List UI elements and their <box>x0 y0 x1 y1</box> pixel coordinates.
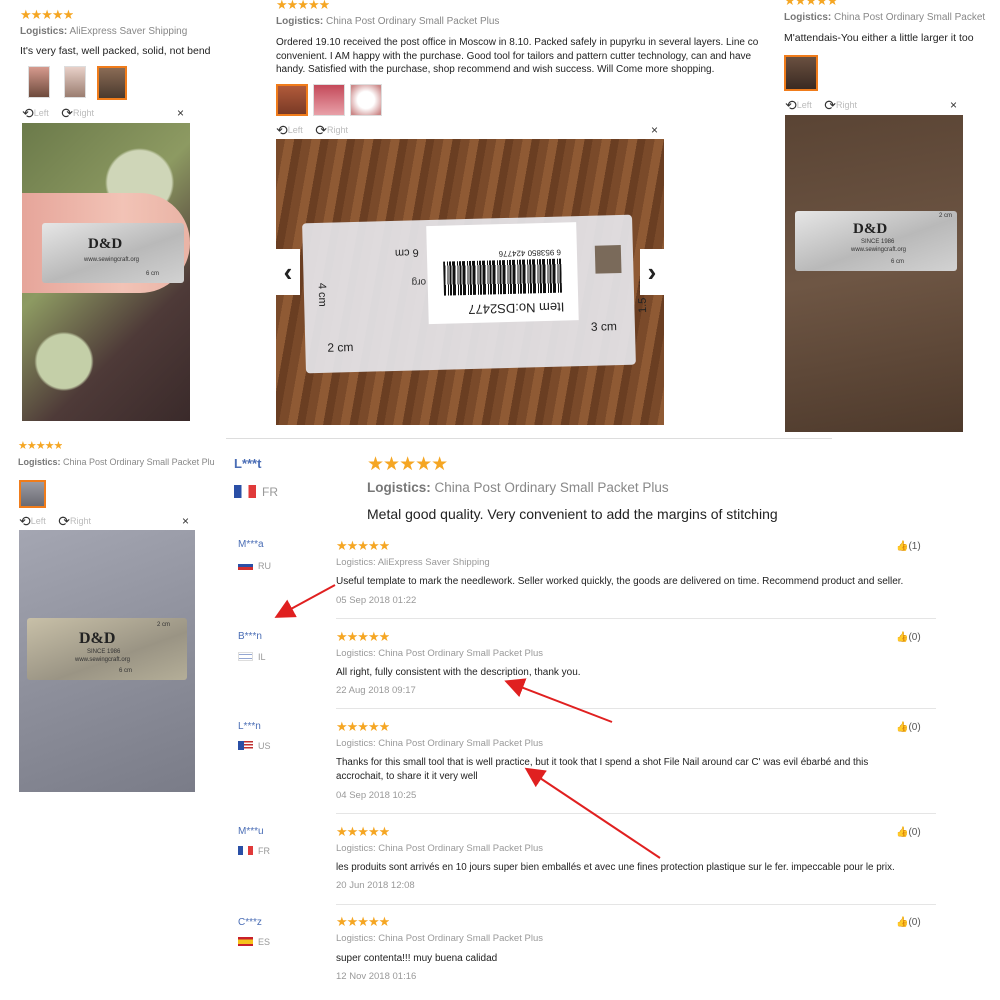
annotation-arrows <box>274 584 661 859</box>
annotation-arrow <box>274 584 336 618</box>
annotation-arrow <box>524 767 661 859</box>
annotation-arrow <box>504 678 613 723</box>
